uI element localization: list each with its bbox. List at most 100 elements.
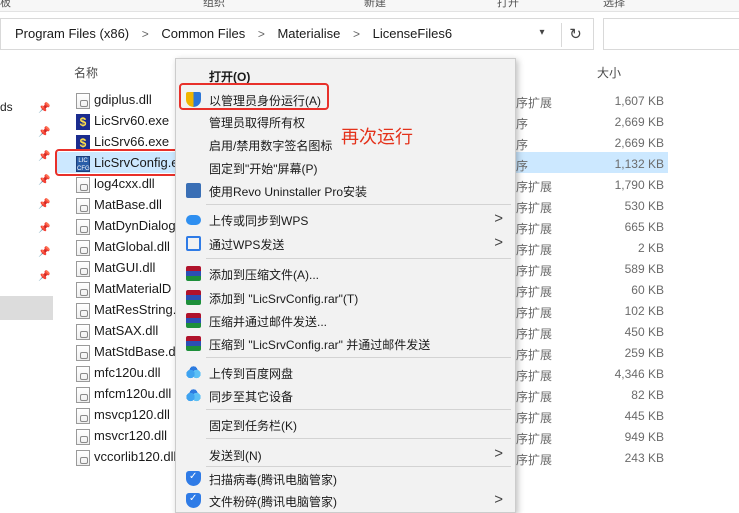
menu-item-wps-sync[interactable]: 上传或同步到WPS > bbox=[176, 208, 515, 230]
file-name: MatMaterialD bbox=[94, 281, 172, 296]
menu-item-scan-virus[interactable]: 扫描病毒(腾讯电脑管家) bbox=[176, 467, 515, 489]
menu-item-shred-file[interactable]: 文件粉碎(腾讯电脑管家) > bbox=[176, 489, 515, 511]
file-size: 2,669 KB bbox=[614, 115, 664, 129]
menu-item-baidu-upload[interactable]: 上传到百度网盘 bbox=[176, 361, 515, 383]
file-row[interactable]: mfc120u.dll bbox=[74, 363, 178, 384]
submenu-arrow-icon: > bbox=[494, 234, 503, 251]
file-name: gdiplus.dll bbox=[94, 92, 152, 107]
submenu-arrow-icon: > bbox=[494, 210, 503, 227]
menu-item-label: 压缩到 "LicSrvConfig.rar" 并通过邮件发送 bbox=[209, 338, 431, 352]
file-row[interactable]: msvcr120.dll bbox=[74, 426, 178, 447]
search-input[interactable] bbox=[603, 18, 739, 50]
breadcrumb-item[interactable]: Common Files bbox=[161, 26, 245, 41]
dll-file-icon bbox=[76, 387, 90, 403]
file-name: mfc120u.dll bbox=[94, 365, 161, 380]
tencent-guard-icon bbox=[186, 471, 201, 486]
file-type: 序扩展 bbox=[516, 348, 553, 362]
ribbon-item[interactable]: 选择 bbox=[603, 0, 625, 10]
nav-item-label[interactable]: ds bbox=[0, 100, 13, 114]
file-size: 589 KB bbox=[624, 262, 664, 276]
file-size: 1,790 KB bbox=[614, 178, 664, 192]
menu-item-label: 压缩并通过邮件发送... bbox=[209, 315, 328, 329]
address-bar[interactable]: Program Files (x86) > Common Files > Mat… bbox=[0, 18, 594, 50]
file-row[interactable]: msvcp120.dll bbox=[74, 405, 178, 426]
file-row[interactable]: $ LicSrv60.exe bbox=[74, 111, 178, 132]
menu-item-add-archive[interactable]: 添加到压缩文件(A)... bbox=[176, 262, 515, 284]
breadcrumb-separator-icon[interactable]: > bbox=[353, 27, 360, 41]
breadcrumb-item[interactable]: LicenseFiles6 bbox=[373, 26, 453, 41]
nav-item-selected[interactable] bbox=[0, 296, 53, 320]
file-row[interactable]: MatGUI.dll bbox=[74, 258, 178, 279]
menu-item-pin-taskbar[interactable]: 固定到任务栏(K) bbox=[176, 413, 515, 435]
file-type: 序扩展 bbox=[516, 390, 553, 404]
ribbon-strip: 板 组织 新建 打开 选择 bbox=[0, 0, 739, 12]
ribbon-item[interactable]: 新建 bbox=[364, 0, 386, 10]
menu-separator bbox=[206, 258, 511, 259]
pin-icon[interactable]: 📌 bbox=[38, 152, 50, 162]
submenu-arrow-icon: > bbox=[494, 445, 503, 462]
file-name: MatGlobal.dll bbox=[94, 239, 170, 254]
file-size: 60 KB bbox=[631, 283, 664, 297]
pin-icon[interactable]: 📌 bbox=[38, 248, 50, 258]
file-row[interactable]: mfcm120u.dll bbox=[74, 384, 178, 405]
menu-item-revo-install[interactable]: 使用Revo Uninstaller Pro安装 bbox=[176, 179, 515, 201]
chevron-down-icon[interactable]: ▾ bbox=[535, 27, 549, 41]
breadcrumb-item[interactable]: Program Files (x86) bbox=[15, 26, 129, 41]
file-row[interactable]: MatGlobal.dll bbox=[74, 237, 178, 258]
column-header-name[interactable]: 名称 bbox=[74, 64, 98, 81]
annotation-text: 再次运行 bbox=[341, 127, 413, 147]
tencent-guard-icon bbox=[186, 493, 201, 508]
file-type: 序扩展 bbox=[516, 222, 553, 236]
file-name: MatStdBase.d bbox=[94, 344, 176, 359]
column-header-size[interactable]: 大小 bbox=[597, 64, 621, 81]
ribbon-item[interactable]: 打开 bbox=[497, 0, 519, 10]
file-row[interactable]: MatResString. bbox=[74, 300, 178, 321]
pin-icon[interactable]: 📌 bbox=[38, 176, 50, 186]
file-size: 1,132 KB bbox=[614, 157, 664, 171]
breadcrumb-separator-icon[interactable]: > bbox=[142, 27, 149, 41]
menu-item-wps-send[interactable]: 通过WPS发送 > bbox=[176, 232, 515, 254]
pin-icon[interactable]: 📌 bbox=[38, 272, 50, 282]
menu-item-label: 文件粉碎(腾讯电脑管家) bbox=[209, 495, 337, 509]
file-type: 序扩展 bbox=[516, 306, 553, 320]
menu-item-baidu-sync[interactable]: 同步至其它设备 bbox=[176, 384, 515, 406]
file-size: 102 KB bbox=[624, 304, 664, 318]
file-row[interactable]: MatMaterialD bbox=[74, 279, 178, 300]
menu-item-compress-rar-email[interactable]: 压缩到 "LicSrvConfig.rar" 并通过邮件发送 bbox=[176, 332, 515, 354]
file-type: 序扩展 bbox=[516, 285, 553, 299]
baidu-netdisk-icon bbox=[186, 365, 201, 380]
file-size: 949 KB bbox=[624, 430, 664, 444]
ribbon-item[interactable]: 板 bbox=[0, 0, 11, 10]
file-row[interactable]: MatBase.dll bbox=[74, 195, 178, 216]
menu-item-pin-start[interactable]: 固定到"开始"屏幕(P) bbox=[176, 156, 515, 178]
file-row[interactable]: MatDynDialog bbox=[74, 216, 178, 237]
file-row[interactable]: MatStdBase.d bbox=[74, 342, 178, 363]
file-type: 序扩展 bbox=[516, 411, 553, 425]
menu-item-label: 固定到"开始"屏幕(P) bbox=[209, 162, 318, 176]
file-row[interactable]: MatSAX.dll bbox=[74, 321, 178, 342]
file-row[interactable]: log4cxx.dll bbox=[74, 174, 178, 195]
menu-item-compress-email[interactable]: 压缩并通过邮件发送... bbox=[176, 309, 515, 331]
breadcrumb-separator-icon[interactable]: > bbox=[258, 27, 265, 41]
menu-item-label: 通过WPS发送 bbox=[209, 238, 285, 252]
pin-icon[interactable]: 📌 bbox=[38, 224, 50, 234]
menu-item-label: 上传到百度网盘 bbox=[209, 367, 294, 381]
file-size: 665 KB bbox=[624, 220, 664, 234]
winrar-icon bbox=[186, 336, 201, 351]
file-type: 序扩展 bbox=[516, 264, 553, 278]
refresh-icon[interactable]: ↻ bbox=[561, 23, 589, 47]
menu-item-add-rar[interactable]: 添加到 "LicSrvConfig.rar"(T) bbox=[176, 286, 515, 308]
menu-separator bbox=[206, 438, 511, 439]
ribbon-item[interactable]: 组织 bbox=[203, 0, 225, 10]
file-type: 序扩展 bbox=[516, 96, 553, 110]
pin-icon[interactable]: 📌 bbox=[38, 128, 50, 138]
pin-icon[interactable]: 📌 bbox=[38, 200, 50, 210]
file-name: vccorlib120.dll bbox=[94, 449, 177, 464]
file-row[interactable]: gdiplus.dll bbox=[74, 90, 178, 111]
file-type: 序扩展 bbox=[516, 180, 553, 194]
menu-item-label: 添加到压缩文件(A)... bbox=[209, 268, 319, 282]
pin-icon[interactable]: 📌 bbox=[38, 104, 50, 114]
breadcrumb-item[interactable]: Materialise bbox=[277, 26, 340, 41]
menu-item-send-to[interactable]: 发送到(N) > bbox=[176, 443, 515, 465]
file-row[interactable]: vccorlib120.dll bbox=[74, 447, 178, 468]
